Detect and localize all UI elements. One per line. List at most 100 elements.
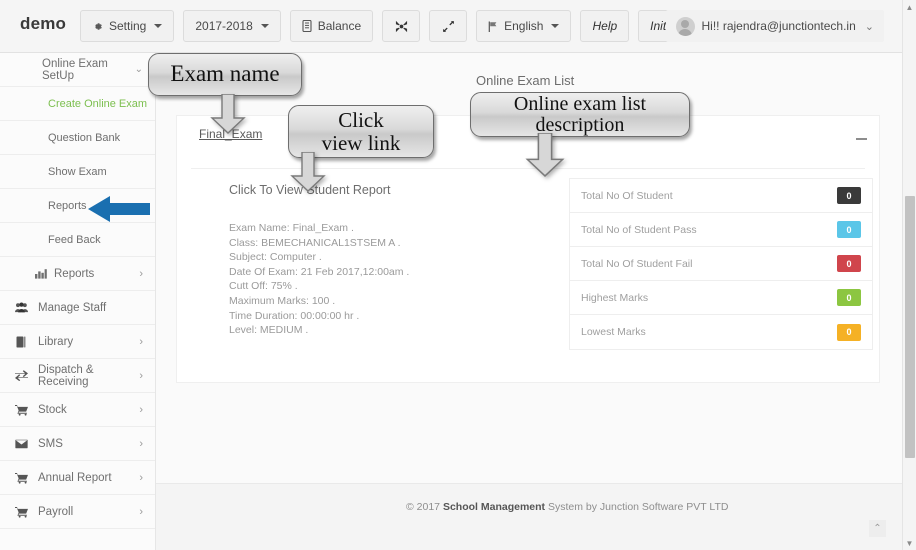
stat-label: Total No of Student Pass xyxy=(581,223,697,236)
stat-label: Lowest Marks xyxy=(581,326,646,338)
back-to-top-button[interactable]: ⌃ xyxy=(869,520,886,537)
sidebar-item-label: Reports xyxy=(54,267,95,280)
expand-button[interactable] xyxy=(429,10,468,42)
sidebar-item-label: Show Exam xyxy=(48,165,107,178)
annotation-arrow-down-icon xyxy=(290,152,326,192)
gear-icon xyxy=(92,21,103,32)
stat-label: Highest Marks xyxy=(581,291,649,304)
chevron-down-icon xyxy=(260,24,269,28)
cart-icon xyxy=(8,472,34,484)
annotation-arrow-down-icon xyxy=(210,94,246,134)
sidebar-item-online-exam-setup[interactable]: Online Exam SetUp ⌄ xyxy=(0,53,155,87)
sidebar-item-label: Feed Back xyxy=(48,233,101,246)
chevron-right-icon: › xyxy=(139,505,143,518)
setting-button[interactable]: Setting xyxy=(80,10,175,42)
scroll-up-arrow-icon[interactable]: ▲ xyxy=(903,0,916,14)
scroll-down-arrow-icon[interactable]: ▼ xyxy=(903,536,916,550)
brand-logo[interactable]: demo xyxy=(20,14,66,34)
status-badge: 0 xyxy=(837,187,861,204)
sidebar-item-library[interactable]: Library › xyxy=(0,325,155,359)
sidebar-item-manage-staff[interactable]: Manage Staff xyxy=(0,291,155,325)
table-row: Highest Marks 0 xyxy=(570,281,872,315)
navbar-button-group: Setting 2017-2018 Balance English Help I… xyxy=(80,10,723,42)
annotation-click-view-link: Click view link xyxy=(288,105,434,158)
sidebar-item-payroll[interactable]: Payroll › xyxy=(0,495,155,529)
scrollbar-thumb[interactable] xyxy=(905,196,915,458)
sidebar-item-show-exam[interactable]: Show Exam xyxy=(0,155,155,189)
exam-detail-line: Level: MEDIUM . xyxy=(229,324,309,337)
chevron-right-icon: › xyxy=(139,369,143,382)
exchange-icon xyxy=(8,370,34,381)
page-title: Online Exam List xyxy=(476,73,575,88)
chevron-right-icon: › xyxy=(139,471,143,484)
language-button-label: English xyxy=(504,19,544,33)
sidebar-item-stock[interactable]: Stock › xyxy=(0,393,155,427)
exam-details-block: Exam Name: Final_Exam . Class: BEMECHANI… xyxy=(229,221,409,338)
chevron-right-icon: › xyxy=(139,437,143,450)
exam-stats-list: Total No Of Student 0 Total No of Studen… xyxy=(569,178,873,350)
sidebar-item-sms[interactable]: SMS › xyxy=(0,427,155,461)
chevron-right-icon: › xyxy=(139,403,143,416)
status-badge: 0 xyxy=(837,221,861,238)
exam-detail-line: Subject: Computer . xyxy=(229,251,322,264)
bar-chart-icon xyxy=(28,268,54,279)
compress-icon xyxy=(395,20,408,33)
exam-detail-line: Class: BEMECHANICAL1STSEM A . xyxy=(229,236,401,249)
sidebar-item-label: Question Bank xyxy=(48,131,121,144)
help-button[interactable]: Help xyxy=(580,10,630,42)
balance-button-label: Balance xyxy=(317,19,362,33)
session-year-button[interactable]: 2017-2018 xyxy=(183,10,281,42)
exam-detail-line: Exam Name: Final_Exam . xyxy=(229,222,354,234)
envelope-icon xyxy=(8,439,34,449)
compress-button[interactable] xyxy=(382,10,421,42)
stat-label: Total No Of Student Fail xyxy=(581,257,693,270)
chevron-right-icon: › xyxy=(139,335,143,348)
annotation-list-description: Online exam list description xyxy=(470,92,690,137)
user-menu[interactable]: Hi!! rajendra@junctiontech.in ⌄ xyxy=(665,10,884,42)
avatar xyxy=(675,16,695,36)
sidebar-item-annual-report[interactable]: Annual Report › xyxy=(0,461,155,495)
status-badge: 0 xyxy=(837,289,861,306)
exam-detail-line: Maximum Marks: 100 . xyxy=(229,294,336,307)
sidebar-item-create-online-exam[interactable]: Create Online Exam xyxy=(0,87,155,121)
sidebar-item-question-bank[interactable]: Question Bank xyxy=(0,121,155,155)
cart-icon xyxy=(8,404,34,416)
sidebar-item-reports[interactable]: Reports › xyxy=(0,257,155,291)
minimize-icon[interactable] xyxy=(856,138,867,140)
top-navbar: demo Setting 2017-2018 Balance English H… xyxy=(0,0,902,53)
session-year-label: 2017-2018 xyxy=(195,19,253,33)
user-greeting: Hi!! rajendra@junctiontech.in xyxy=(701,19,856,33)
sidebar-item-dispatch-receiving[interactable]: Dispatch & Receiving › xyxy=(0,359,155,393)
sidebar-item-label: Manage Staff xyxy=(38,301,107,314)
annotation-arrow-down-icon xyxy=(525,133,565,177)
exam-detail-line: Date Of Exam: 21 Feb 2017,12:00am . xyxy=(229,265,410,278)
exam-detail-line: Cutt Off: 75% . xyxy=(229,280,298,293)
status-badge: 0 xyxy=(837,255,861,272)
annotation-list-description-text: Online exam list description xyxy=(513,92,647,136)
sidebar-item-label: Create Online Exam xyxy=(48,97,148,110)
sidebar-item-label: Stock xyxy=(38,403,67,416)
status-badge: 0 xyxy=(837,323,861,341)
footer-copyright-prefix: © 2017 xyxy=(406,501,443,513)
cart-icon xyxy=(8,506,34,518)
sidebar-item-label: Payroll xyxy=(38,505,74,518)
footer-copyright-bold: School Management xyxy=(442,501,546,513)
expand-icon xyxy=(442,20,455,33)
sidebar-item-label: Annual Report xyxy=(38,471,112,484)
annotation-exam-name-text: Exam name xyxy=(170,61,280,87)
flag-icon xyxy=(488,21,498,32)
help-button-label: Help xyxy=(592,19,618,33)
sidebar-item-label: Online Exam SetUp xyxy=(42,57,108,82)
annotation-exam-name: Exam name xyxy=(148,53,302,96)
chevron-down-icon xyxy=(551,24,560,28)
sidebar-item-feed-back[interactable]: Feed Back xyxy=(0,223,155,257)
table-row: Total No Of Student Fail 0 xyxy=(570,247,872,281)
chevron-down-icon: ⌄ xyxy=(864,20,874,33)
footer-copyright-suffix: System by Junction Software PVT LTD xyxy=(545,501,729,513)
balance-button[interactable]: Balance xyxy=(289,10,374,42)
chevron-down-icon xyxy=(154,24,163,28)
vertical-scrollbar[interactable]: ▲ ▼ xyxy=(902,0,916,550)
language-button[interactable]: English xyxy=(476,10,572,42)
table-row: Total No Of Student 0 xyxy=(570,179,872,213)
book-icon xyxy=(8,336,34,348)
